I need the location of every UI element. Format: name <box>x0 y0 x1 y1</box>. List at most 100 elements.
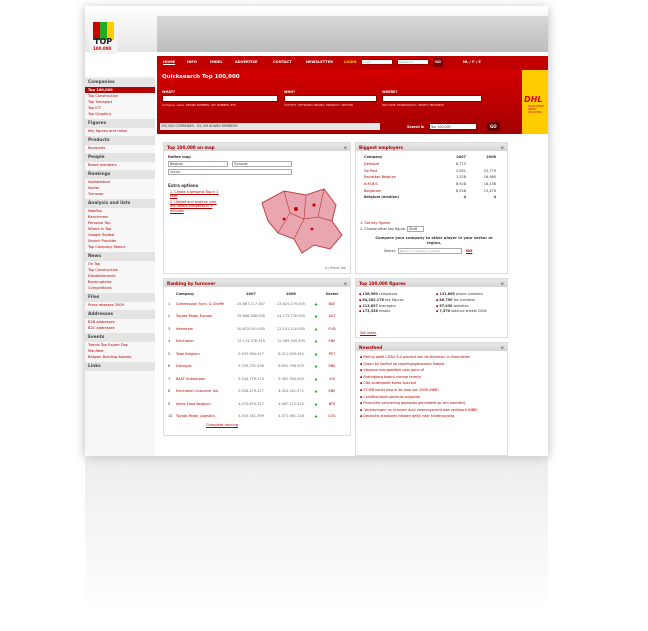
language-switch[interactable]: NL / F / E <box>463 60 481 64</box>
nav-home[interactable]: HOME <box>163 60 175 64</box>
news-item[interactable]: ▪ Conditionbank opnieuw volgende <box>360 395 505 399</box>
country-select[interactable]: Belgium <box>168 161 228 167</box>
compare-input[interactable]: Name or company number <box>398 248 462 254</box>
expand-icon[interactable]: ⊕ <box>500 145 504 150</box>
news-headline[interactable]: Peiling geeft CD&V 6,4 procent van de st… <box>363 355 470 359</box>
figure-item: ▪ 86,750 fax numbers <box>436 298 508 302</box>
employers-row-cell[interactable]: N.M.B.S. <box>364 182 436 186</box>
news-headline[interactable]: Ratchgberg begint nieuwe termijn <box>363 375 421 379</box>
metric-select[interactable]: Turnover <box>232 161 292 167</box>
expand-icon[interactable]: ⊕ <box>500 345 504 350</box>
sidebar-item[interactable]: Top Company Report <box>85 244 155 250</box>
turnover-company[interactable]: Toyota Motor Logistics <box>176 414 231 418</box>
sidebar-item[interactable]: Top Graphics <box>85 111 155 117</box>
turnover-company[interactable]: Interbrew <box>176 327 231 331</box>
newsfeed-box-title: Newsfeed ⊕ <box>356 343 507 351</box>
news-item[interactable]: ▪ ST-IBB bankt weg in de loop van 2008 (… <box>360 388 505 392</box>
turnover-row: 8 Electrabel Customer Sol. 5.528.479.227 4.… <box>168 385 348 398</box>
login-input[interactable]: Login <box>361 59 393 65</box>
turnover-2006: 12.265.340.493 <box>277 339 305 344</box>
logo-text: TOP <box>94 37 113 46</box>
nav-newsletter[interactable]: NEWSLETTER <box>306 60 333 64</box>
sidebar-item[interactable]: Competitions <box>85 285 155 291</box>
turnover-sector[interactable]: CHI <box>321 377 343 381</box>
news-item[interactable]: ▪ CBA onderzoekt Korea Spectral <box>360 381 505 385</box>
employers-row-cell[interactable]: De Post <box>364 169 436 173</box>
turnover-sector[interactable]: BAF <box>321 302 343 306</box>
get-key-figures-link[interactable]: 1. Get key figures <box>360 221 390 225</box>
news-headline[interactable]: 'Verkiezingen' en kransen duid verenings… <box>363 408 477 412</box>
sector-select[interactable]: Sector <box>168 169 292 175</box>
news-item[interactable]: ▪ 'Verkiezingen' en kransen duid verenin… <box>360 408 505 412</box>
turnover-sector[interactable]: FUD <box>321 327 343 331</box>
news-item[interactable]: ▪ Vlaamse mengpolitiek naar pand of <box>360 368 505 372</box>
turnover-company[interactable]: Electrabel Customer Sol. <box>176 389 231 393</box>
employers-row-cell[interactable]: Belgacom <box>364 189 436 193</box>
news-item[interactable]: ▪ Ratchgberg begint nieuwe termijn <box>360 375 505 379</box>
turnover-sector[interactable]: ENE <box>321 339 343 343</box>
sidebar-section-title: People <box>85 153 155 162</box>
option-upload-file[interactable]: 2. Upload and analyse your file, select … <box>170 200 220 213</box>
sidebar-item[interactable]: B2C addresses <box>85 325 155 331</box>
turnover-company[interactable]: BASF Antwerpen <box>176 377 231 381</box>
compare-go-button[interactable]: GO <box>466 248 472 253</box>
news-headline[interactable]: Vlaamse mengpolitiek naar pand of <box>363 368 424 372</box>
news-headline[interactable]: Deutsche-staaloven hebben gelijk naar ki… <box>363 414 454 418</box>
turnover-company[interactable]: Total Belgium <box>176 352 231 356</box>
news-headline[interactable]: ST-IBB bankt weg in de loop van 2008 (NB… <box>363 388 438 392</box>
turnover-sector[interactable]: PET <box>321 352 343 356</box>
news-headline[interactable]: CBA onderzoekt Korea Spectral <box>363 381 416 385</box>
turnover-sector[interactable]: AUT <box>321 314 343 318</box>
option-personal-top[interactable]: 1. Create a personal Top in 1 step <box>170 190 220 199</box>
turnover-company[interactable]: Distrigas <box>176 364 231 368</box>
turnover-company[interactable]: Commission Fonc. & Cheffe <box>176 302 231 306</box>
sell-leads-link[interactable]: Sell leads <box>360 331 376 335</box>
password-input[interactable]: Password <box>397 59 429 65</box>
news-item[interactable]: ▪ Deutsche-staaloven hebben gelijk naar … <box>360 414 505 418</box>
what-input[interactable] <box>162 95 278 102</box>
employers-row: Randstad Belgium 1,328 16,980 <box>364 174 502 181</box>
where-input[interactable] <box>382 95 482 102</box>
sidebar-item[interactable]: Keywords <box>85 145 155 151</box>
belgium-map[interactable] <box>254 183 349 263</box>
nav-advertise[interactable]: ADVERTISE <box>235 60 257 64</box>
employers-row-cell: 18,438 <box>483 182 496 187</box>
expand-icon[interactable]: ⊕ <box>343 145 347 150</box>
turnover-sector[interactable]: LOG <box>321 414 343 418</box>
top-logo[interactable]: TOP 100.000 <box>89 19 117 54</box>
search-in-select[interactable]: Top 100,000 <box>429 123 477 130</box>
sidebar-item[interactable]: Belgian Building Awards <box>85 354 155 360</box>
expand-icon[interactable]: ⊕ <box>343 281 347 286</box>
turnover-sector[interactable]: ENE <box>321 389 343 393</box>
sidebar-item[interactable]: Turnover <box>85 191 155 197</box>
employers-row-cell[interactable]: Randstad Belgium <box>364 175 436 179</box>
sidebar-section-title: Companies <box>85 78 155 87</box>
news-item[interactable]: ▪ Groen bij Sanitaf op regeringsgebouwen… <box>360 362 505 366</box>
turnover-company[interactable]: Electrabel <box>176 339 231 343</box>
news-headline[interactable]: Financiële versnelling geplaatst gemidde… <box>363 401 465 405</box>
turnover-sector[interactable]: BFS <box>321 402 343 406</box>
quicksearch-go-button[interactable]: GO <box>487 122 500 131</box>
turnover-company[interactable]: Inbev Food Belgium <box>176 402 231 406</box>
expand-icon[interactable]: ⊕ <box>500 281 504 286</box>
sidebar-item[interactable]: Key figures and ratios <box>85 128 155 134</box>
nav-imdel[interactable]: IMDEL <box>210 60 223 64</box>
who-input[interactable] <box>284 95 377 102</box>
nav-info[interactable]: INFO <box>187 60 197 64</box>
news-headline[interactable]: Conditionbank opnieuw volgende <box>363 395 420 399</box>
turnover-sector[interactable]: ENE <box>321 364 343 368</box>
news-item[interactable]: ▪ Peiling geeft CD&V 6,4 procent van de … <box>360 355 505 359</box>
login-go-button[interactable]: GO <box>433 58 443 67</box>
turnover-company[interactable]: Toyota Motor Europe <box>176 314 231 318</box>
news-item[interactable]: ▪ Financiële versnelling geplaatst gemid… <box>360 401 505 405</box>
sidebar-item[interactable]: Board members <box>85 162 155 168</box>
nav-contact[interactable]: CONTACT <box>273 60 292 64</box>
news-headline[interactable]: Groen bij Sanitaf op regeringsgebouwen K… <box>363 362 444 366</box>
nav-login[interactable]: LOGIN <box>344 60 357 64</box>
complete-ranking-link[interactable]: Complete ranking <box>206 423 238 427</box>
turnover-rank: 9 <box>168 401 171 406</box>
dhl-ad[interactable]: DHL EXCELLENCE. SIMPLY DELIVERED. <box>522 70 548 134</box>
employers-row-cell[interactable]: Delhaize <box>364 162 436 166</box>
sidebar-item[interactable]: Press releases 2009 <box>85 302 155 308</box>
key-figure-select[interactable]: Staff <box>407 226 425 232</box>
